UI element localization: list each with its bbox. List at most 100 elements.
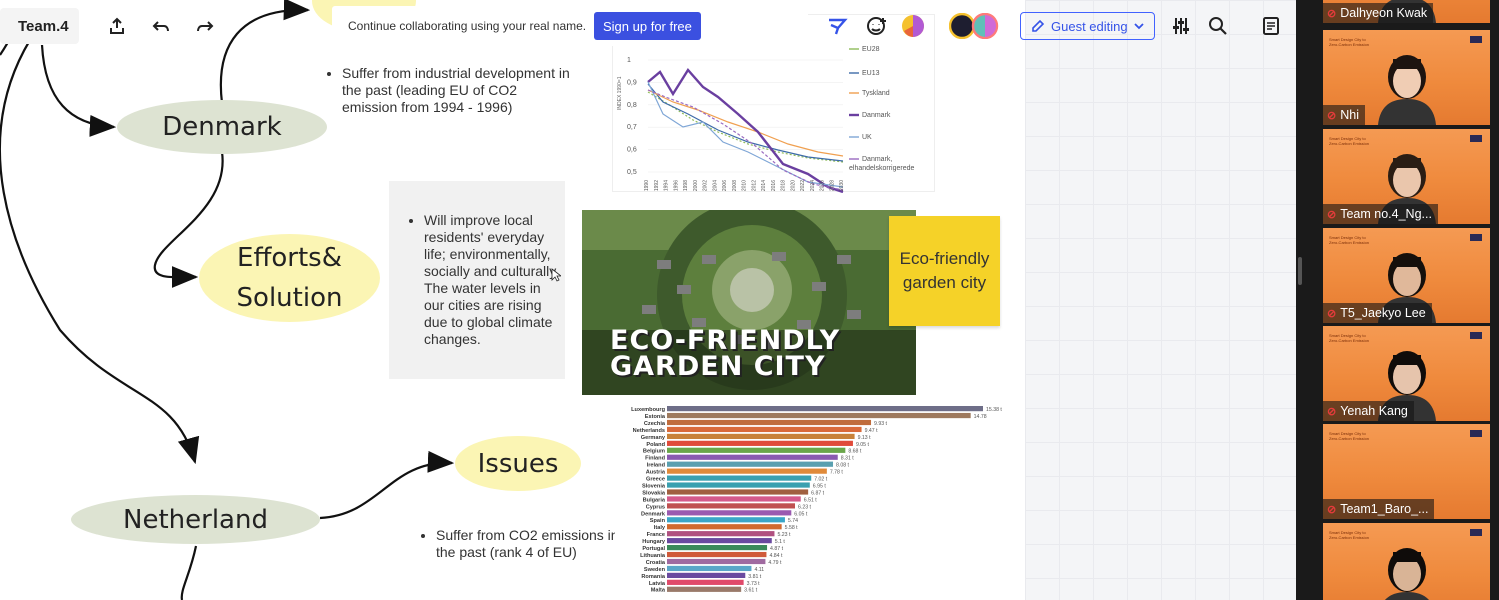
guest-editing-dropdown[interactable]: Guest editing bbox=[1020, 12, 1155, 40]
line-chart-ytick: 0,8 bbox=[627, 102, 637, 109]
bar-chart-bar bbox=[667, 558, 766, 565]
participant-tile[interactable]: Smart Design City to Zero-Carbon Emissio… bbox=[1323, 129, 1490, 224]
line-chart-xtick: 2026 bbox=[820, 180, 826, 191]
reactions-button[interactable] bbox=[815, 6, 859, 46]
bar-chart-value: 5.23 t bbox=[777, 532, 791, 538]
bar-chart-category: Latvia bbox=[649, 581, 666, 587]
search-button[interactable] bbox=[1203, 6, 1233, 46]
note-denmark-issue[interactable]: Suffer from industrial development in th… bbox=[326, 65, 576, 116]
bar-chart-value: 14.78 bbox=[974, 414, 987, 420]
bar-chart-bar bbox=[667, 551, 767, 558]
redo-button[interactable] bbox=[183, 6, 227, 46]
color-wheel-button[interactable] bbox=[895, 6, 931, 46]
settings-button[interactable] bbox=[1159, 6, 1203, 46]
participant-tile[interactable]: Smart Design City to Zero-Carbon Emissio… bbox=[1323, 424, 1490, 519]
line-chart-legend-label: Danmark bbox=[862, 112, 891, 119]
bar-chart-image[interactable]: Luxembourg 15.38 t Estonia 14.78 Czechia 9.93… bbox=[615, 403, 1005, 598]
mic-muted-icon: ⊘ bbox=[1327, 208, 1337, 221]
participant-name: Team no.4_Ng... bbox=[1340, 207, 1432, 221]
bar-chart-category: Ireland bbox=[647, 463, 666, 469]
bar-chart-value: 3.81 t bbox=[748, 574, 762, 580]
participant-tile[interactable]: Smart Design City to Zero-Carbon Emissio… bbox=[1323, 523, 1490, 600]
bar-chart-bar bbox=[667, 489, 809, 495]
note-efforts: Will improve local residents' everyday l… bbox=[408, 212, 560, 348]
note-efforts-text: Will improve local residents' everyday l… bbox=[424, 212, 560, 348]
tile-logo bbox=[1470, 234, 1482, 241]
whiteboard-canvas[interactable]: Denmark Efforts& Solution Issues Netherl… bbox=[0, 0, 1296, 600]
line-chart-ylabel: INDEX 1990=1 bbox=[617, 76, 623, 110]
participant-tile[interactable]: Smart Design City to Zero-Carbon Emissio… bbox=[1323, 30, 1490, 125]
bar-chart-value: 15.38 t bbox=[986, 407, 1002, 413]
bar-chart-category: Hungary bbox=[642, 539, 666, 545]
sticky-note[interactable]: Eco-friendly garden city bbox=[889, 216, 1000, 326]
line-chart-xtick: 1992 bbox=[654, 180, 660, 191]
line-chart-xtick: 2010 bbox=[742, 180, 748, 191]
mic-muted-icon: ⊘ bbox=[1327, 7, 1337, 20]
export-button[interactable] bbox=[95, 6, 139, 46]
line-chart-xtick: 2000 bbox=[693, 180, 699, 191]
participant-name-tag: ⊘ Nhi bbox=[1323, 105, 1365, 125]
tile-logo bbox=[1470, 135, 1482, 142]
redo-icon bbox=[196, 21, 214, 32]
node-denmark[interactable]: Denmark bbox=[117, 100, 327, 154]
bar-chart-bar bbox=[667, 524, 782, 530]
node-issues[interactable]: Issues bbox=[455, 436, 581, 491]
participant-tile[interactable]: Smart Design City to Zero-Carbon Emissio… bbox=[1323, 228, 1490, 323]
line-chart-series bbox=[647, 67, 844, 193]
line-chart-xtick: 2016 bbox=[771, 180, 777, 191]
participant-tile[interactable]: Smart Design City to Zero-Carbon Emissio… bbox=[1323, 0, 1490, 23]
collab-toolbar: Guest editing bbox=[815, 6, 1293, 46]
participant-tile[interactable]: Smart Design City to Zero-Carbon Emissio… bbox=[1323, 326, 1490, 421]
bar-chart-bar bbox=[667, 510, 792, 516]
bar-chart-category: Netherlands bbox=[633, 428, 665, 434]
photo-caption: ECO-FRIENDLY GARDEN CITY bbox=[610, 327, 840, 380]
tile-logo bbox=[1470, 36, 1482, 43]
board-title[interactable]: Team.4 bbox=[0, 8, 79, 44]
bar-chart-category: Czechia bbox=[644, 421, 666, 427]
bar-chart-bar bbox=[667, 545, 768, 551]
participant-name: T5_Jaekyo Lee bbox=[1340, 306, 1426, 320]
bar-chart-value: 9.47 t bbox=[865, 428, 879, 434]
node-efforts-line2: Solution bbox=[236, 283, 343, 313]
line-chart-xtick: 2028 bbox=[829, 180, 835, 191]
undo-button[interactable] bbox=[139, 6, 183, 46]
tile-logo bbox=[1470, 529, 1482, 536]
bar-chart-category: Slovenia bbox=[642, 483, 666, 489]
mic-muted-icon: ⊘ bbox=[1327, 109, 1337, 122]
bar-chart-bar bbox=[667, 538, 772, 544]
bar-chart-category: Poland bbox=[646, 442, 665, 448]
node-netherland[interactable]: Netherland bbox=[71, 495, 320, 544]
bar-chart-bar bbox=[667, 419, 872, 426]
tile-slide-text: Smart Design City to Zero-Carbon Emissio… bbox=[1329, 530, 1370, 540]
timer-button[interactable] bbox=[859, 6, 895, 46]
tile-slide-text: Smart Design City to Zero-Carbon Emissio… bbox=[1329, 37, 1370, 47]
bar-chart-value: 8.68 t bbox=[848, 449, 862, 455]
bar-chart-category: Malta bbox=[651, 588, 666, 594]
line-chart-xtick: 2022 bbox=[800, 180, 806, 191]
tile-slide-text: Smart Design City to Zero-Carbon Emissio… bbox=[1329, 235, 1370, 245]
note-netherland-issue[interactable]: Suffer from CO2 emissions in the past (r… bbox=[420, 527, 620, 561]
node-efforts-solution[interactable]: Efforts& Solution bbox=[199, 234, 380, 322]
bar-chart-bar bbox=[667, 579, 744, 585]
collaborator-avatars[interactable] bbox=[949, 6, 1009, 46]
node-denmark-label: Denmark bbox=[162, 112, 282, 142]
bar-chart-bar bbox=[667, 406, 983, 412]
chevron-down-icon bbox=[1133, 23, 1144, 30]
bar-chart-category: Estonia bbox=[645, 414, 666, 420]
note-denmark-issue-text: Suffer from industrial development in th… bbox=[342, 65, 576, 116]
bar-chart-value: 6.51 t bbox=[804, 497, 818, 503]
participant-name-tag: ⊘ T5_Jaekyo Lee bbox=[1323, 303, 1432, 323]
line-chart-xtick: 1996 bbox=[673, 180, 679, 191]
notes-button[interactable] bbox=[1249, 6, 1293, 46]
bar-chart-category: Lithuania bbox=[640, 553, 666, 559]
bar-chart-value: 6.05 t bbox=[794, 511, 808, 517]
signup-button[interactable]: Sign up for free bbox=[594, 12, 701, 40]
participant-name-tag: ⊘ Yenah Kang bbox=[1323, 401, 1414, 421]
bar-chart-bar bbox=[667, 572, 746, 578]
line-chart-xtick: 2030 bbox=[839, 180, 845, 191]
tile-logo bbox=[1470, 430, 1482, 437]
panel-resize-handle[interactable] bbox=[1298, 257, 1302, 285]
garden-city-photo[interactable]: ECO-FRIENDLY GARDEN CITY bbox=[582, 210, 916, 395]
bar-chart-category: Denmark bbox=[641, 511, 666, 517]
board-toolbar: Team.4 bbox=[0, 4, 235, 48]
